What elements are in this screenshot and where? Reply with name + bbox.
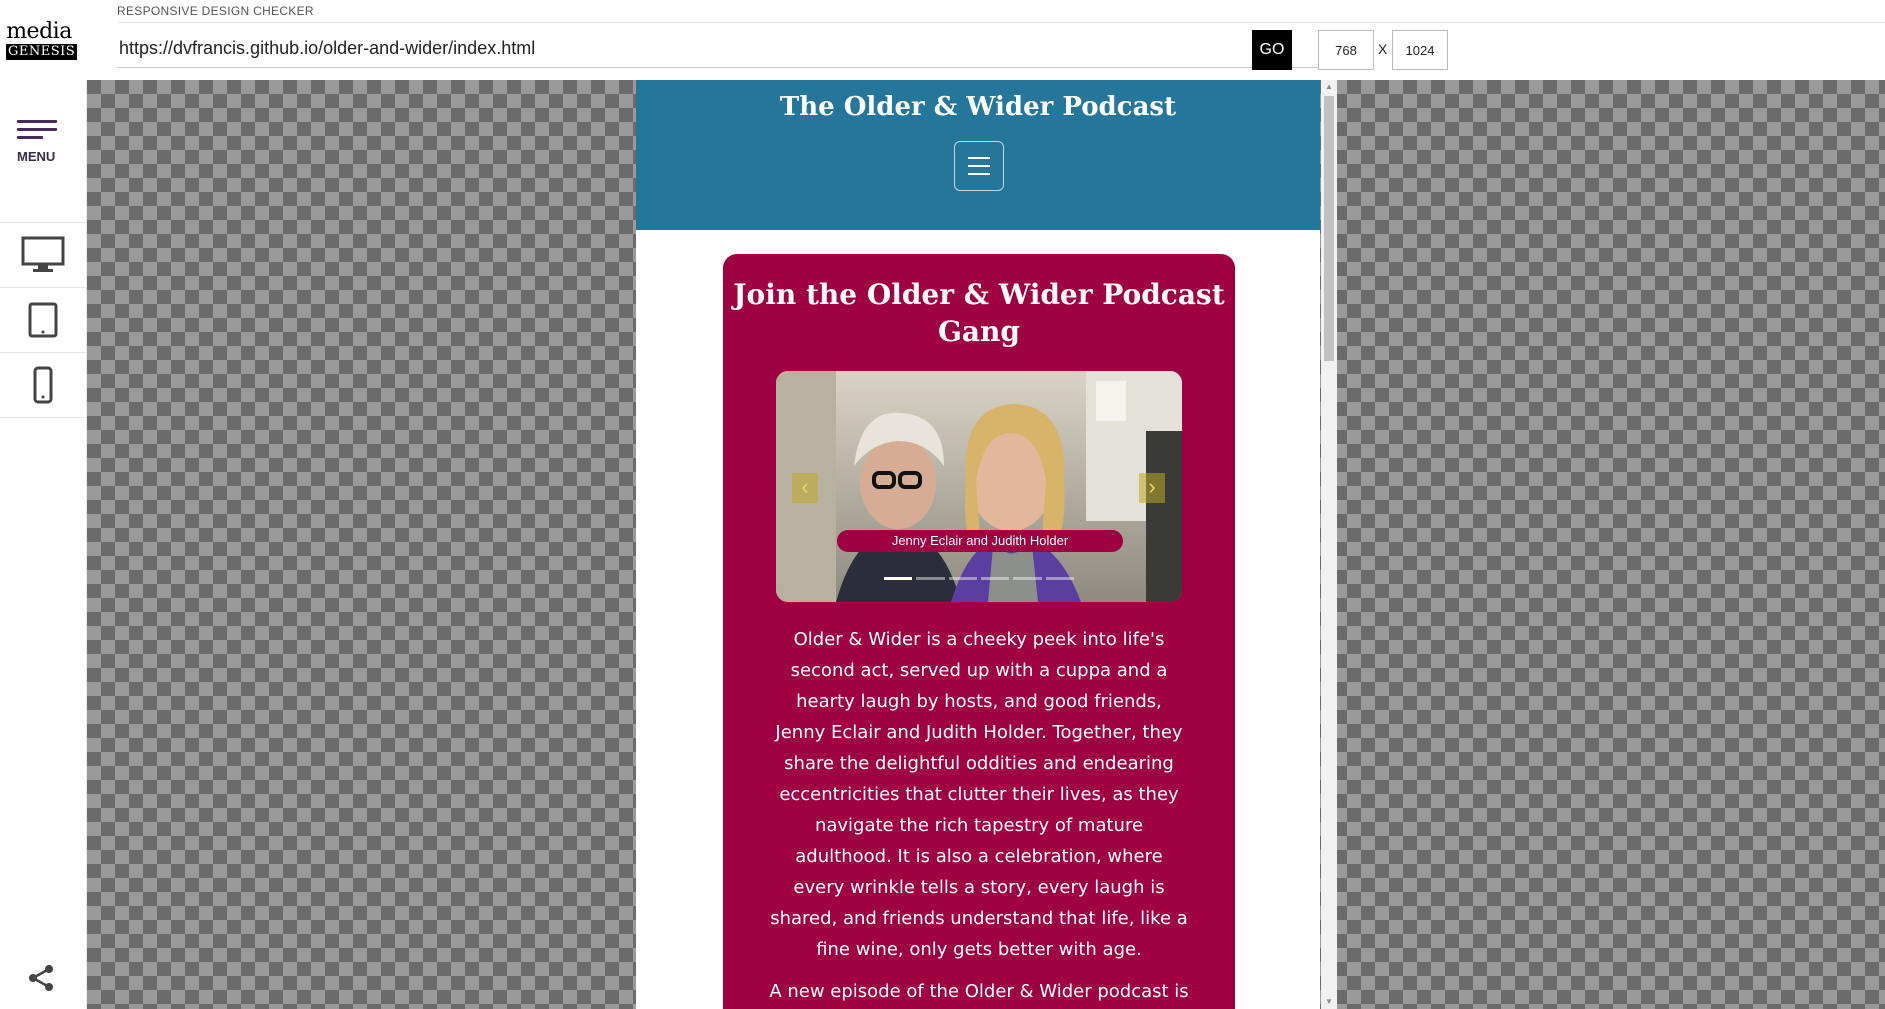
carousel-indicator[interactable] — [884, 577, 913, 580]
carousel-caption: Jenny Eclair and Judith Holder — [837, 530, 1123, 552]
tablet-icon — [28, 302, 58, 338]
intro-paragraph: Older & Wider is a cheeky peek into life… — [770, 629, 1188, 960]
hamburger-icon — [17, 120, 57, 144]
width-input[interactable] — [1318, 30, 1374, 70]
mobile-view-button[interactable] — [0, 352, 86, 418]
carousel-indicator[interactable] — [1045, 577, 1074, 580]
desktop-icon — [21, 236, 65, 272]
preview-scrollbar[interactable]: ▲ ▼ — [1321, 80, 1337, 1009]
scroll-up-arrow-icon[interactable]: ▲ — [1321, 80, 1337, 94]
carousel-indicator[interactable] — [948, 577, 977, 580]
menu-button[interactable]: MENU — [0, 110, 72, 170]
media-genesis-logo[interactable]: media GENESIS — [6, 19, 78, 60]
go-button[interactable]: GO — [1252, 30, 1292, 70]
tablet-view-button[interactable] — [0, 287, 86, 352]
hosts-photo — [776, 371, 1182, 602]
divider — [117, 22, 1885, 23]
scroll-thumb[interactable] — [1324, 96, 1334, 361]
logo-top-text: media — [6, 19, 72, 44]
sidebar: media GENESIS MENU — [0, 0, 87, 1009]
logo-bottom-text: GENESIS — [6, 44, 78, 60]
toolbar: RESPONSIVE DESIGN CHECKER GO X — [86, 0, 1885, 80]
app-title: RESPONSIVE DESIGN CHECKER — [117, 4, 314, 18]
carousel-indicator[interactable] — [980, 577, 1010, 580]
intro-card: Join the Older & Wider Podcast Gang ‹ › … — [723, 254, 1235, 1009]
chevron-right-icon[interactable]: › — [1139, 473, 1165, 503]
navbar-toggle-button[interactable] — [954, 141, 1004, 191]
site-header: The Older & Wider Podcast — [636, 80, 1320, 230]
site-title[interactable]: The Older & Wider Podcast — [636, 92, 1320, 122]
url-input[interactable] — [117, 30, 1337, 68]
desktop-view-button[interactable] — [0, 222, 86, 287]
menu-label: MENU — [17, 149, 56, 164]
scroll-down-arrow-icon[interactable]: ▼ — [1321, 995, 1337, 1009]
carousel-indicator[interactable] — [916, 577, 945, 580]
carousel-indicators — [884, 577, 1074, 580]
carousel-indicator[interactable] — [1013, 577, 1042, 580]
dimension-separator: X — [1378, 41, 1388, 57]
height-input[interactable] — [1392, 30, 1448, 70]
preview-frame: The Older & Wider Podcast Join the Older… — [636, 80, 1320, 1009]
next-episode-paragraph: A new episode of the Older & Wider podca… — [769, 981, 1189, 1002]
photo-carousel[interactable]: ‹ › Jenny Eclair and Judith Holder — [776, 371, 1182, 602]
mobile-icon — [33, 366, 53, 404]
card-heading: Join the Older & Wider Podcast Gang — [733, 278, 1225, 348]
chevron-left-icon[interactable]: ‹ — [792, 473, 818, 503]
share-icon[interactable] — [26, 963, 56, 993]
